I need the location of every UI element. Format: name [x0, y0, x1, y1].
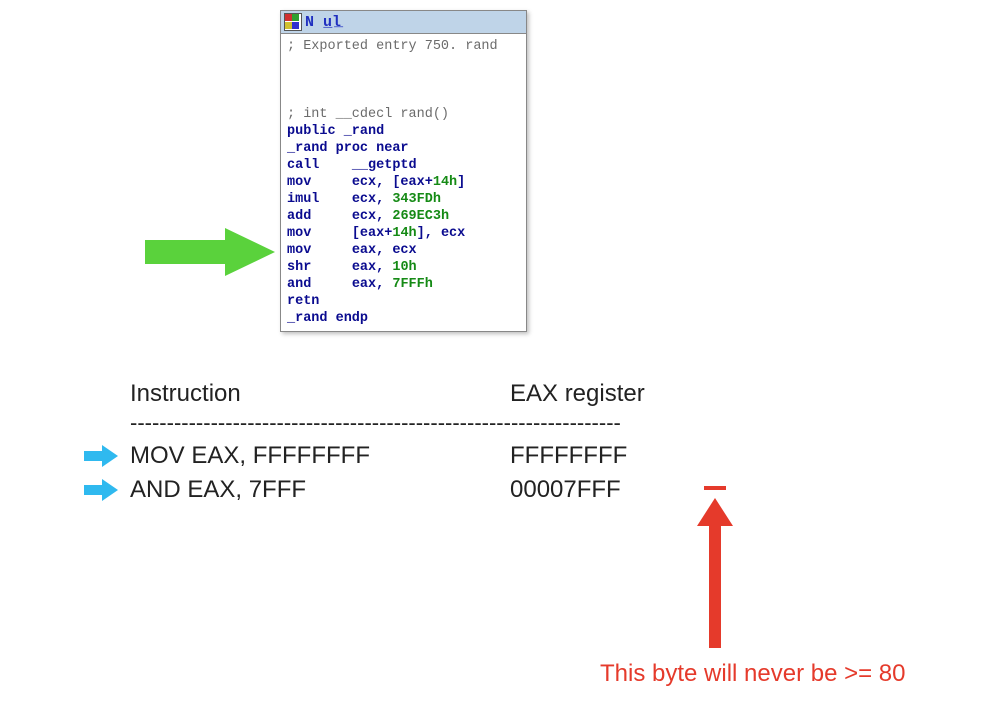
red-highlight-bar	[704, 486, 726, 490]
cell-eax: FFFFFFFF	[510, 442, 870, 470]
disassembly-window: N u̲l̲ ; Exported entry 750. rand ; int …	[280, 10, 527, 332]
disassembly-body: ; Exported entry 750. rand ; int __cdecl…	[281, 34, 526, 331]
header-instruction: Instruction	[130, 380, 510, 408]
cell-instruction: MOV EAX, FFFFFFFF	[130, 442, 510, 470]
instruction-table: Instruction EAX register ---------------…	[130, 380, 870, 510]
header-eax: EAX register	[510, 380, 870, 408]
asm-line: add ecx, 269EC3h	[287, 209, 449, 224]
table-divider: ----------------------------------------…	[130, 410, 870, 436]
asm-line: retn	[287, 294, 319, 309]
cell-instruction: AND EAX, 7FFF	[130, 476, 510, 504]
window-grid-icon	[284, 13, 302, 31]
asm-line: mov [eax+14h], ecx	[287, 226, 465, 241]
asm-line: imul ecx, 343FDh	[287, 192, 441, 207]
asm-line: mov ecx, [eax+14h]	[287, 175, 465, 190]
endp-line: _rand endp	[287, 311, 368, 326]
asm-line: and eax, 7FFFh	[287, 277, 433, 292]
disassembly-title-text: N u̲l̲	[305, 14, 341, 31]
export-comment: ; Exported entry 750. rand	[287, 39, 498, 54]
table-row: MOV EAX, FFFFFFFF FFFFFFFF	[130, 442, 870, 470]
green-right-arrow-icon	[145, 228, 275, 276]
signature-comment: ; int __cdecl rand()	[287, 107, 449, 122]
public-line: public _rand	[287, 124, 384, 139]
asm-line: mov eax, ecx	[287, 243, 417, 258]
blue-right-arrow-icon	[84, 445, 118, 467]
asm-line: call __getptd	[287, 158, 417, 173]
red-up-arrow-icon	[697, 498, 733, 648]
asm-line: shr eax, 10h	[287, 260, 417, 275]
cell-eax: 00007FFF	[510, 476, 870, 504]
annotation-text: This byte will never be >= 80	[600, 660, 906, 688]
table-header-row: Instruction EAX register	[130, 380, 870, 408]
proc-label: _rand	[287, 141, 328, 156]
disassembly-titlebar: N u̲l̲	[281, 11, 526, 34]
table-row: AND EAX, 7FFF 00007FFF	[130, 476, 870, 504]
blue-right-arrow-icon	[84, 479, 118, 501]
